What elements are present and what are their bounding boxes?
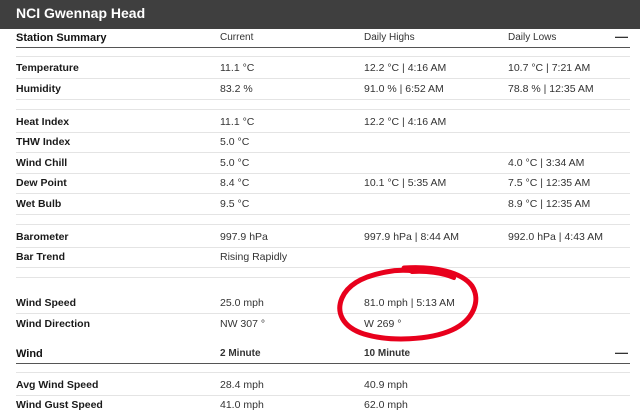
daily-high-value: 997.9 hPa | 8:44 AM [364,231,459,243]
header-divider [16,363,630,364]
daily-low-value: 10.7 °C | 7:21 AM [508,62,591,74]
table-row-avg-wind-speed: Avg Wind Speed 28.4 mph 40.9 mph [0,375,640,396]
current-column-header: Current [220,32,254,43]
daily-highs-column-header: Daily Highs [364,32,415,43]
daily-low-value: 4.0 °C | 3:34 AM [508,157,585,169]
row-divider [16,214,630,215]
row-label: THW Index [16,136,71,148]
daily-low-value: 8.9 °C | 12:35 AM [508,198,591,210]
current-value: 5.0 °C [220,157,250,169]
row-divider [16,56,630,57]
two-minute-value: 41.0 mph [220,399,264,411]
row-label: Heat Index [16,116,70,128]
table-row-wind-gust-speed: Wind Gust Speed 41.0 mph 62.0 mph [0,395,640,415]
current-value: 997.9 hPa [220,231,268,243]
row-label: Dew Point [16,177,67,189]
row-label: Wind Chill [16,157,68,169]
table-row-wind-speed: Wind Speed 25.0 mph 81.0 mph | 5:13 AM [0,293,640,314]
two-minute-value: 28.4 mph [220,379,264,391]
row-label: Barometer [16,231,69,243]
current-value: NW 307 ° [220,318,266,330]
table-row-thw-index: THW Index 5.0 °C [0,132,640,153]
current-value: 9.5 °C [220,198,250,210]
row-label: Wind Speed [16,297,76,309]
daily-high-value: 12.2 °C | 4:16 AM [364,116,447,128]
row-divider [16,267,630,268]
collapse-wind-button[interactable]: — [615,344,628,362]
row-label: Temperature [16,62,79,74]
row-divider [16,99,630,100]
current-value: 11.1 °C [220,62,255,74]
table-row-wet-bulb: Wet Bulb 9.5 °C 8.9 °C | 12:35 AM [0,194,640,215]
current-value: 5.0 °C [220,136,250,148]
daily-lows-column-header: Daily Lows [508,32,557,43]
current-value: 25.0 mph [220,297,264,309]
collapse-summary-button[interactable]: — [615,28,628,46]
station-title: NCI Gwennap Head [16,5,146,21]
ten-minute-value: 40.9 mph [364,379,408,391]
current-value: Rising Rapidly [220,251,288,263]
title-bar: NCI Gwennap Head [0,0,640,29]
row-label: Avg Wind Speed [16,379,99,391]
summary-header-label: Station Summary [16,32,107,44]
row-divider [16,277,630,278]
daily-high-value: 12.2 °C | 4:16 AM [364,62,447,74]
header-divider [16,47,630,48]
ten-minute-column-header: 10 Minute [364,348,411,359]
current-value: 8.4 °C [220,177,250,189]
ten-minute-value: 62.0 mph [364,399,408,411]
daily-high-value: 91.0 % | 6:52 AM [364,83,444,95]
table-row-wind-direction: Wind Direction NW 307 ° W 269 ° [0,314,640,334]
wind-header-label: Wind [16,348,43,360]
row-label: Wet Bulb [16,198,62,210]
table-row-bar-trend: Bar Trend Rising Rapidly [0,247,640,268]
daily-high-value: W 269 ° [364,318,402,330]
daily-high-value: 10.1 °C | 5:35 AM [364,177,447,189]
row-label: Bar Trend [16,251,66,263]
daily-low-value: 992.0 hPa | 4:43 AM [508,231,603,243]
table-row-heat-index: Heat Index 11.1 °C 12.2 °C | 4:16 AM [0,112,640,133]
table-row-barometer: Barometer 997.9 hPa 997.9 hPa | 8:44 AM … [0,227,640,248]
daily-low-value: 7.5 °C | 12:35 AM [508,177,591,189]
row-divider [16,109,630,110]
table-row-dew-point: Dew Point 8.4 °C 10.1 °C | 5:35 AM 7.5 °… [0,173,640,194]
table-row-temperature: Temperature 11.1 °C 12.2 °C | 4:16 AM 10… [0,58,640,79]
current-value: 83.2 % [220,83,253,95]
current-value: 11.1 °C [220,116,255,128]
row-divider [16,224,630,225]
table-row-humidity: Humidity 83.2 % 91.0 % | 6:52 AM 78.8 % … [0,79,640,100]
two-minute-column-header: 2 Minute [220,348,261,359]
table-row-wind-chill: Wind Chill 5.0 °C 4.0 °C | 3:34 AM [0,153,640,174]
row-label: Wind Gust Speed [16,399,103,411]
daily-low-value: 78.8 % | 12:35 AM [508,83,594,95]
wind-header: Wind 2 Minute 10 Minute — [0,344,640,364]
row-divider [16,372,630,373]
daily-high-value: 81.0 mph | 5:13 AM [364,297,455,309]
row-label: Wind Direction [16,318,90,330]
summary-header: Station Summary Current Daily Highs Dail… [0,28,640,48]
row-label: Humidity [16,83,61,95]
